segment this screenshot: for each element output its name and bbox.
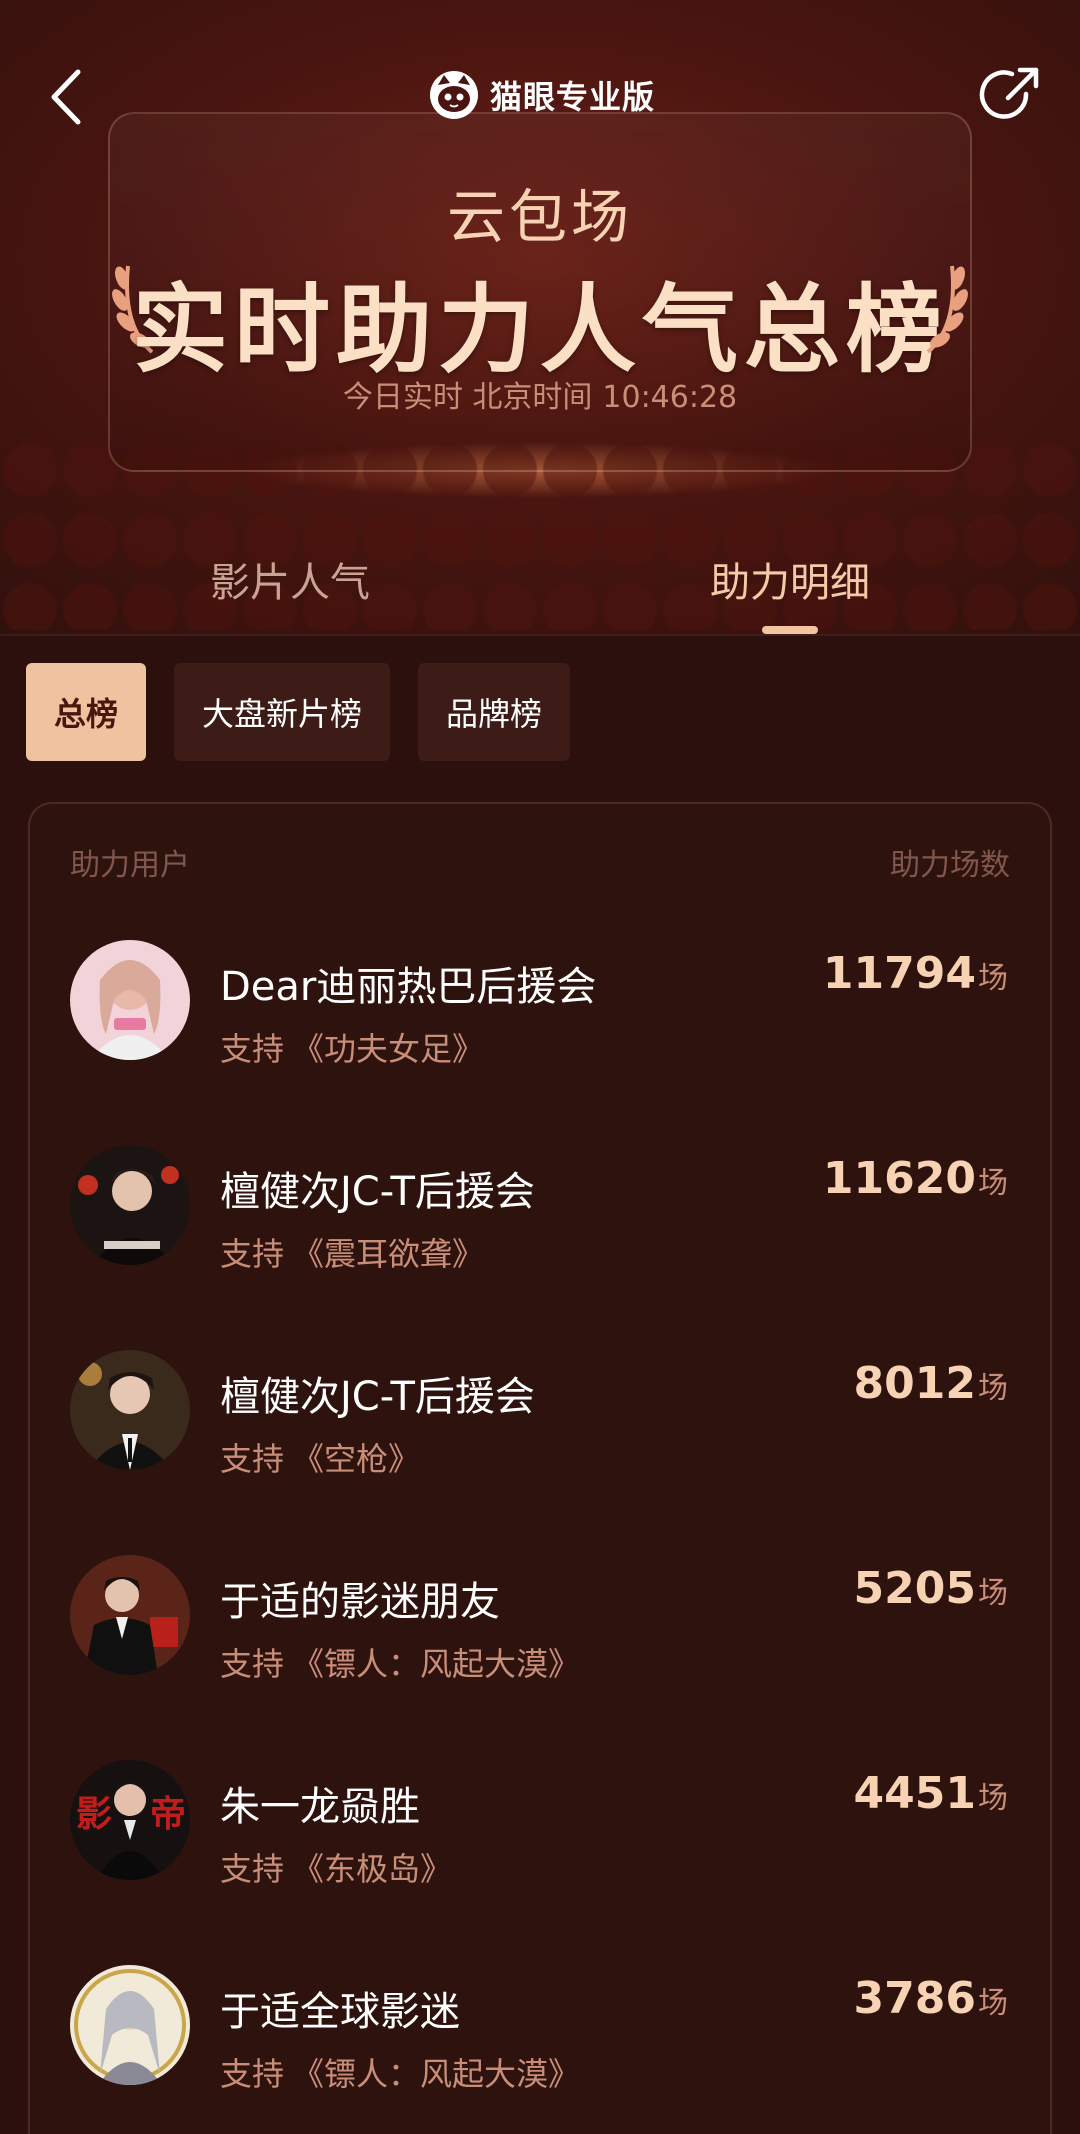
list-item[interactable]: 檀健次JC-T后援会 支持 《震耳欲聋》 11620场 [28, 1145, 1052, 1325]
supporter-name: 檀健次JC-T后援会 [220, 1374, 535, 1420]
avatar: 影帝 [70, 1760, 190, 1880]
supporter-name: 檀健次JC-T后援会 [220, 1169, 535, 1215]
timestamp-label: 今日实时 北京时间 [342, 380, 593, 415]
column-header-count: 助力场数 [890, 848, 1010, 883]
supporter-name: 朱一龙赑胜 [220, 1784, 420, 1830]
back-button[interactable] [42, 64, 92, 130]
avatar [70, 1145, 190, 1265]
brand-name: 猫眼专业版 [490, 78, 656, 116]
page-subtitle: 云包场 [446, 183, 633, 251]
timestamp-clock: 10:46:28 [602, 380, 738, 415]
share-button[interactable] [978, 64, 1042, 128]
avatar [70, 1555, 190, 1675]
ranking-filter: 总榜 大盘新片榜 品牌榜 [26, 663, 571, 761]
divider [0, 634, 1080, 636]
session-count: 3786场 [853, 1973, 1008, 2024]
realtime-timestamp: 今日实时 北京时间 10:46:28 [0, 372, 1080, 416]
list-item[interactable]: Dear迪丽热巴后援会 支持 《功夫女足》 11794场 [28, 940, 1052, 1120]
supporter-name: 于适全球影迷 [220, 1989, 460, 2035]
active-tab-indicator [762, 626, 818, 634]
chip-brand[interactable]: 品牌榜 [418, 663, 571, 761]
supported-movie: 支持 《镖人：风起大漠》 [220, 1645, 581, 1683]
back-arrow-icon [51, 69, 81, 125]
session-count: 11794场 [822, 948, 1008, 999]
hero-banner: 猫眼专业版 云包场 实时助力人气总榜 今日实时 北京时间 10:46:28 影片人… [0, 0, 1080, 635]
session-count: 11620场 [822, 1153, 1008, 1204]
session-count: 5205场 [853, 1563, 1008, 1614]
supported-movie: 支持 《空枪》 [220, 1440, 421, 1478]
chip-overall[interactable]: 总榜 [26, 663, 147, 761]
avatar [70, 1350, 190, 1470]
supporter-name: 于适的影迷朋友 [220, 1579, 500, 1625]
chip-new-releases[interactable]: 大盘新片榜 [174, 663, 391, 761]
list-item[interactable]: 于适的影迷朋友 支持 《镖人：风起大漠》 5205场 [28, 1555, 1052, 1735]
tab-support-details[interactable]: 助力明细 [710, 550, 870, 608]
supported-movie: 支持 《东极岛》 [220, 1850, 453, 1888]
supported-movie: 支持 《震耳欲聋》 [220, 1235, 485, 1273]
avatar [70, 1965, 190, 2085]
list-item[interactable]: 檀健次JC-T后援会 支持 《空枪》 8012场 [28, 1350, 1052, 1530]
list-item[interactable]: 影帝 朱一龙赑胜 支持 《东极岛》 4451场 [28, 1760, 1052, 1940]
brand: 猫眼专业版 [428, 68, 655, 122]
list-item[interactable]: 于适全球影迷 支持 《镖人：风起大漠》 3786场 [28, 1965, 1052, 2134]
tab-film-popularity[interactable]: 影片人气 [210, 550, 370, 608]
share-icon [979, 67, 1039, 119]
svg-text:影: 影 [76, 1794, 112, 1835]
session-count: 4451场 [853, 1768, 1008, 1819]
maoyan-cat-logo [430, 71, 478, 119]
supported-movie: 支持 《功夫女足》 [220, 1030, 485, 1068]
column-header-user: 助力用户 [70, 848, 190, 883]
svg-text:帝: 帝 [150, 1794, 186, 1835]
supported-movie: 支持 《镖人：风起大漠》 [220, 2055, 581, 2093]
avatar [70, 940, 190, 1060]
session-count: 8012场 [853, 1358, 1008, 1409]
tab-bar: 影片人气 助力明细 [0, 540, 1080, 634]
supporter-name: Dear迪丽热巴后援会 [220, 964, 597, 1010]
laurel-icon [926, 265, 968, 354]
